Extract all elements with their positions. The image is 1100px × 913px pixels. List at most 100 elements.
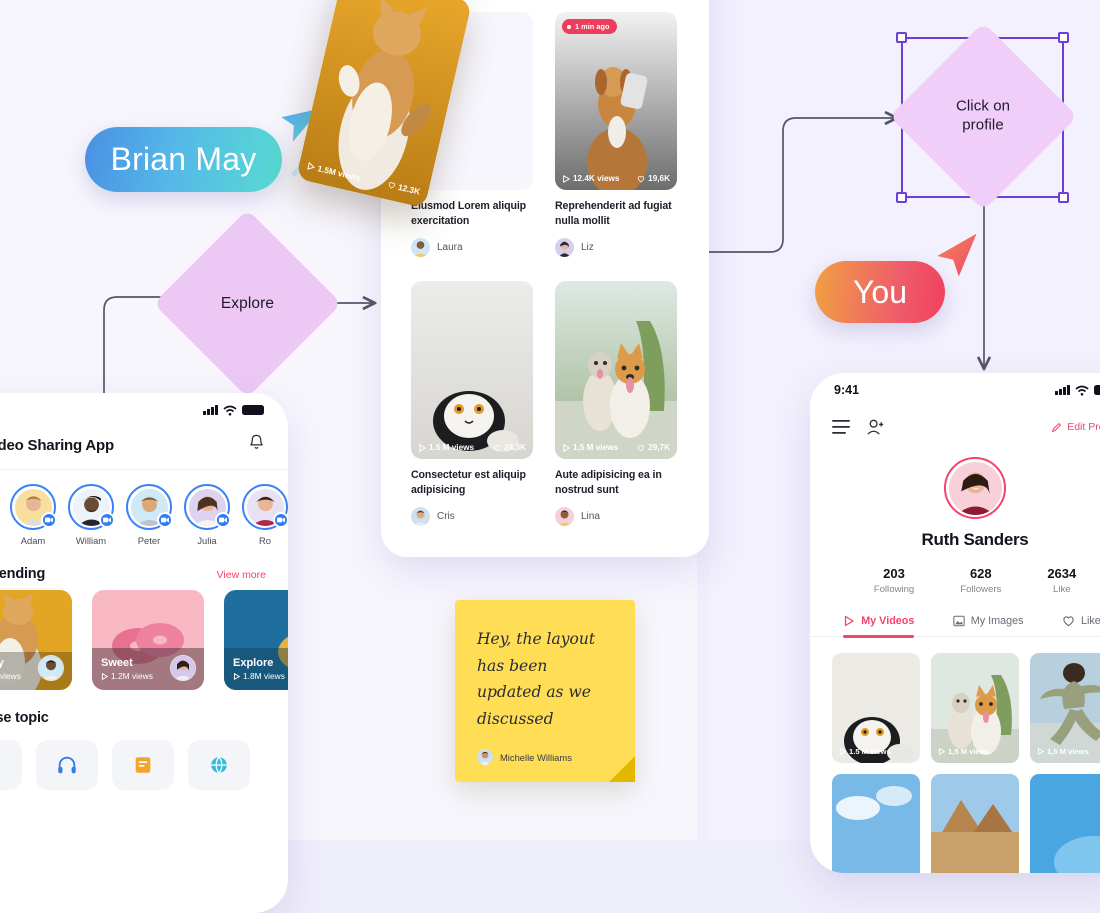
bell-icon[interactable] xyxy=(247,433,266,457)
section-title: Browse topic xyxy=(0,710,49,726)
topic-tile-document[interactable] xyxy=(112,740,174,790)
view-more-link[interactable]: View more xyxy=(217,569,266,581)
stat-like[interactable]: 2634 Like xyxy=(1047,566,1076,595)
phone-mockup-home: 9:41 Video Sharing App xyxy=(0,393,288,913)
node-click-on-profile-label: Click on profile xyxy=(956,98,1010,136)
profile-tabs[interactable]: My Videos My Images Liked xyxy=(810,615,1100,638)
trending-info: Lovely 1.5M views xyxy=(0,657,21,681)
grid-cell[interactable] xyxy=(931,774,1019,873)
stat-label: Like xyxy=(1052,584,1071,595)
tab-label: My Videos xyxy=(861,615,915,627)
design-canvas: Explore Click on profile Brian May You E… xyxy=(0,0,1100,913)
trending-views: 1.5M views xyxy=(0,671,21,681)
trending-card[interactable]: Explore 1.8M views xyxy=(224,590,288,690)
stat-value: 203 xyxy=(883,566,905,581)
resize-handle-top-left[interactable] xyxy=(896,32,907,43)
trending-card[interactable]: Lovely 1.5M views xyxy=(0,590,72,690)
hamburger-menu-icon[interactable] xyxy=(832,420,850,434)
add-user-icon[interactable] xyxy=(866,419,885,435)
status-icons xyxy=(1055,384,1100,396)
story-item-ro[interactable]: Ro xyxy=(242,484,288,546)
wifi-icon xyxy=(1075,385,1089,396)
status-bar: 9:41 xyxy=(810,373,1100,407)
node-explore-label: Explore xyxy=(220,294,275,312)
story-ring xyxy=(242,484,288,530)
stat-value: 2634 xyxy=(1047,566,1077,581)
stat-following[interactable]: 203 Following xyxy=(874,566,915,595)
stat-followers[interactable]: 628 Followers xyxy=(960,566,1001,595)
video-title: Aute adipisicing ea in nostrud sunt xyxy=(555,469,662,497)
signal-icon xyxy=(1055,385,1070,395)
story-name: Julia xyxy=(197,535,217,546)
sticky-note-author: Michelle Williams xyxy=(477,749,572,765)
tab-liked[interactable]: Liked xyxy=(1062,615,1100,636)
section-header-browse: Browse topic xyxy=(0,690,288,734)
tab-my-videos[interactable]: My Videos xyxy=(843,615,915,638)
video-camera-icon[interactable] xyxy=(157,512,173,528)
views-count: 1,5 M views xyxy=(938,747,990,756)
grid-cell[interactable] xyxy=(1030,774,1100,873)
grid-cell[interactable]: 1,5 M views xyxy=(1030,653,1100,763)
badge-text: 1 min ago xyxy=(575,22,610,31)
avatar xyxy=(555,238,574,258)
video-camera-icon[interactable] xyxy=(99,512,115,528)
video-author[interactable]: Laura xyxy=(411,238,533,258)
avatar xyxy=(38,655,64,681)
profile-avatar[interactable] xyxy=(944,457,1006,519)
trending-row[interactable]: Lovely 1.5M views xyxy=(0,590,288,690)
topic-tile-heart[interactable] xyxy=(0,740,22,790)
sticky-note-author-name: Michelle Williams xyxy=(500,751,572,763)
trending-info: Explore 1.8M views xyxy=(233,657,285,681)
trending-card[interactable]: Sweet 1.2M views xyxy=(92,590,204,690)
story-ring xyxy=(126,484,173,530)
stories-row[interactable]: + You Adam xyxy=(0,470,288,556)
tab-my-images[interactable]: My Images xyxy=(953,615,1024,636)
video-author[interactable]: Cris xyxy=(411,507,533,527)
cursor-label-brian-may[interactable]: Brian May xyxy=(85,127,282,192)
views-count: 1,5 M views xyxy=(1037,747,1089,756)
label-line-2: profile xyxy=(962,116,1005,134)
video-camera-icon[interactable] xyxy=(215,512,231,528)
topics-row[interactable] xyxy=(0,734,288,790)
app-title: Video Sharing App xyxy=(0,436,114,454)
grid-cell[interactable]: 1.5 M views xyxy=(832,653,920,763)
story-name: Adam xyxy=(20,535,46,546)
trending-name: Sweet xyxy=(101,657,133,669)
phone-mockup-profile: 9:41 Edit Pr Ruth Sanders 203 Following … xyxy=(810,373,1100,873)
video-author[interactable]: Lina xyxy=(555,507,677,527)
edit-profile-button[interactable]: Edit Profile xyxy=(1051,421,1100,433)
views-count: 1.5 M views xyxy=(418,443,474,452)
trending-name: Lovely xyxy=(0,657,4,669)
grid-cell[interactable] xyxy=(832,774,920,873)
grid-cell[interactable]: 1,5 M views xyxy=(931,653,1019,763)
video-card[interactable]: 1,5 M views 29,7K Aute adipisicing ea in… xyxy=(555,281,677,527)
story-ring xyxy=(10,484,57,530)
note-fold-corner xyxy=(609,756,635,782)
story-item-adam[interactable]: Adam xyxy=(10,484,57,546)
cursor-name-you: You xyxy=(853,273,907,310)
author-name: Lina xyxy=(581,511,600,523)
heart-icon xyxy=(0,754,2,776)
stat-value: 628 xyxy=(969,566,992,581)
story-item-peter[interactable]: Peter xyxy=(126,484,173,546)
topic-tile-headphones[interactable] xyxy=(36,740,98,790)
video-thumbnail[interactable]: 1 min ago 12.4K views 19,6K xyxy=(555,12,677,190)
story-item-william[interactable]: William xyxy=(68,484,115,546)
avatar xyxy=(411,507,430,527)
resize-handle-bottom-right[interactable] xyxy=(1058,192,1069,203)
video-card[interactable]: 1.5 M views 24,3K Consectetur est aliqui… xyxy=(411,281,533,527)
video-thumbnail[interactable]: 1.5 M views 24,3K xyxy=(411,281,533,460)
trending-views: 1.8M views xyxy=(233,671,285,681)
sticky-note[interactable]: Hey, the layout has been updated as we d… xyxy=(455,600,635,782)
cursor-label-you[interactable]: You xyxy=(815,261,945,323)
video-card[interactable]: 1 min ago 12.4K views 19,6K Reprehenderi… xyxy=(555,12,677,258)
topic-tile-globe[interactable] xyxy=(188,740,250,790)
profile-video-grid[interactable]: 1.5 M views 1,5 M views 1,5 M views xyxy=(810,637,1100,873)
video-author[interactable]: Liz xyxy=(555,238,677,258)
video-thumbnail[interactable]: 1,5 M views 29,7K xyxy=(555,281,677,460)
story-item-julia[interactable]: Julia xyxy=(184,484,231,546)
resize-handle-top-right[interactable] xyxy=(1058,32,1069,43)
video-camera-icon[interactable] xyxy=(273,512,288,528)
video-camera-icon[interactable] xyxy=(41,512,57,528)
resize-handle-bottom-left[interactable] xyxy=(896,192,907,203)
